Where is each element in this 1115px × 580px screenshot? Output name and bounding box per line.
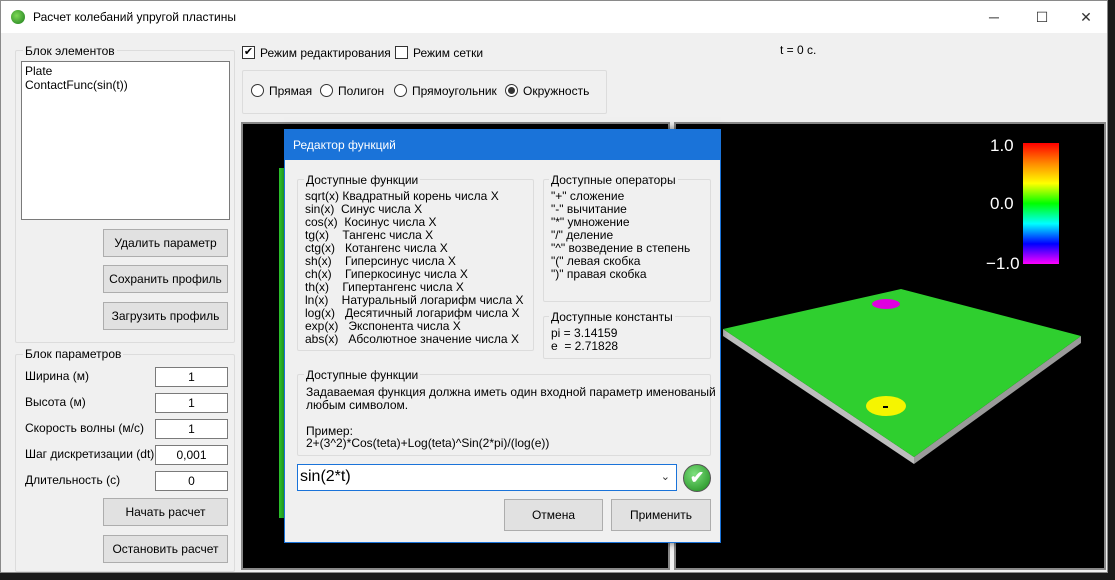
operators-list: "+" сложение "-" вычитание "*" умножение…: [543, 189, 711, 299]
example-text: 2+(3^2)*Cos(teta)+Log(teta)^Sin(2*pi)/(l…: [306, 436, 550, 450]
operators-group-label: Доступные операторы: [549, 173, 678, 187]
grid-mode-label: Режим сетки: [413, 46, 484, 60]
confirm-check-icon[interactable]: ✔: [683, 464, 711, 492]
constant-item: e = 2.71828: [551, 339, 619, 353]
duration-label: Длительность (с): [25, 473, 121, 487]
start-calculation-button[interactable]: Начать расчет: [103, 498, 228, 526]
operator-item: ")" правая скобка: [551, 267, 647, 281]
functions-group-label: Доступные функции: [304, 173, 421, 187]
visualization-viewport[interactable]: 1.0 0.0 −1.0: [674, 122, 1106, 570]
line-radio-label: Прямая: [269, 84, 313, 98]
save-profile-button[interactable]: Сохранить профиль: [103, 265, 228, 293]
colorbar-mid-label: 0.0: [990, 194, 1014, 213]
function-input[interactable]: sin(2*t) ⌄: [297, 464, 677, 491]
maximize-button[interactable]: ☐: [1019, 1, 1065, 33]
title-bar: Расчет колебаний упругой пластины ─ ☐ ✕: [1, 1, 1107, 33]
rectangle-radio[interactable]: [394, 84, 407, 97]
check-icon: ✔: [690, 468, 705, 487]
function-item: sqrt(x) Квадратный корень числа X: [305, 189, 499, 203]
function-item: tg(x) Тангенс числа X: [305, 228, 434, 242]
load-profile-button[interactable]: Загрузить профиль: [103, 302, 228, 330]
constants-group-label: Доступные константы: [549, 310, 675, 324]
colorbar-min-label: −1.0: [986, 254, 1020, 273]
rectangle-radio-label: Прямоугольник: [412, 84, 497, 98]
chevron-down-icon[interactable]: ⌄: [661, 470, 670, 483]
edit-mode-label: Режим редактирования: [260, 46, 391, 60]
function-input-value: sin(2*t): [300, 468, 351, 485]
function-item: th(x) Гипертангенс числа X: [305, 280, 464, 294]
function-item: ctg(x) Котангенс числа X: [305, 241, 448, 255]
close-button[interactable]: ✕: [1063, 1, 1109, 33]
circle-radio-label: Окружность: [523, 84, 590, 98]
grid-mode-checkbox[interactable]: [395, 46, 408, 59]
polygon-radio-label: Полигон: [338, 84, 385, 98]
operator-item: "*" умножение: [551, 215, 630, 229]
function-item: ch(x) Гиперкосинус числа X: [305, 267, 468, 281]
wave-speed-label: Скорость волны (м/с): [25, 421, 144, 435]
operator-item: "+" сложение: [551, 189, 625, 203]
wave-speed-input[interactable]: 1: [155, 419, 228, 439]
apply-button[interactable]: Применить: [611, 499, 711, 531]
magenta-spot: [872, 299, 900, 309]
list-item[interactable]: Plate: [25, 64, 52, 78]
stop-calculation-button[interactable]: Остановить расчет: [103, 535, 228, 563]
function-item: cos(x) Косинус числа X: [305, 215, 437, 229]
params-group-label: Блок параметров: [23, 347, 124, 361]
height-label: Высота (м): [25, 395, 86, 409]
time-step-label: Шаг дискретизации (dt): [25, 447, 155, 461]
constants-list: pi = 3.14159 e = 2.71828: [543, 326, 711, 356]
width-label: Ширина (м): [25, 369, 89, 383]
elements-group-label: Блок элементов: [23, 44, 117, 58]
operator-item: "^" возведение в степень: [551, 241, 691, 255]
delete-parameter-button[interactable]: Удалить параметр: [103, 229, 228, 257]
info-group-label: Доступные функции: [304, 368, 421, 382]
function-item: abs(x) Абсолютное значение числа X: [305, 332, 519, 346]
line-radio[interactable]: [251, 84, 264, 97]
function-item: log(x) Десятичный логарифм числа X: [305, 306, 520, 320]
cancel-button[interactable]: Отмена: [504, 499, 603, 531]
height-input[interactable]: 1: [155, 393, 228, 413]
time-display: t = 0 с.: [780, 43, 817, 57]
edit-mode-checkbox[interactable]: ✔: [242, 46, 255, 59]
operator-item: "-" вычитание: [551, 202, 627, 216]
window-title: Расчет колебаний упругой пластины: [33, 10, 236, 24]
dialog-title: Редактор функций: [285, 130, 720, 160]
check-icon: ✔: [243, 46, 254, 58]
polygon-radio[interactable]: [320, 84, 333, 97]
list-item[interactable]: ContactFunc(sin(t)): [25, 78, 128, 92]
function-item: sin(x) Синус числа X: [305, 202, 423, 216]
info-text-line-1: Задаваемая функция должна иметь один вхо…: [306, 385, 716, 399]
app-icon: [11, 10, 25, 24]
color-scale-bar: [1023, 143, 1059, 264]
plate-top: [723, 289, 1081, 457]
constant-item: pi = 3.14159: [551, 326, 618, 340]
function-editor-dialog: Редактор функций Доступные функции sqrt(…: [284, 129, 721, 543]
operator-item: "(" левая скобка: [551, 254, 641, 268]
circle-radio[interactable]: [505, 84, 518, 97]
yellow-spot-marker: [883, 406, 888, 408]
time-step-input[interactable]: 0,001: [155, 445, 228, 465]
function-item: ln(x) Натуральный логарифм числа X: [305, 293, 524, 307]
info-text-line-2: любым символом.: [306, 398, 409, 412]
function-item: sh(x) Гиперсинус числа X: [305, 254, 456, 268]
colorbar-max-label: 1.0: [990, 136, 1014, 155]
function-item: exp(x) Экспонента числа X: [305, 319, 461, 333]
elements-listbox[interactable]: Plate ContactFunc(sin(t)): [21, 61, 230, 220]
duration-input[interactable]: 0: [155, 471, 228, 491]
functions-list: sqrt(x) Квадратный корень числа X sin(x)…: [297, 189, 534, 349]
width-input[interactable]: 1: [155, 367, 228, 387]
operator-item: "/" деление: [551, 228, 614, 242]
minimize-button[interactable]: ─: [971, 1, 1017, 33]
